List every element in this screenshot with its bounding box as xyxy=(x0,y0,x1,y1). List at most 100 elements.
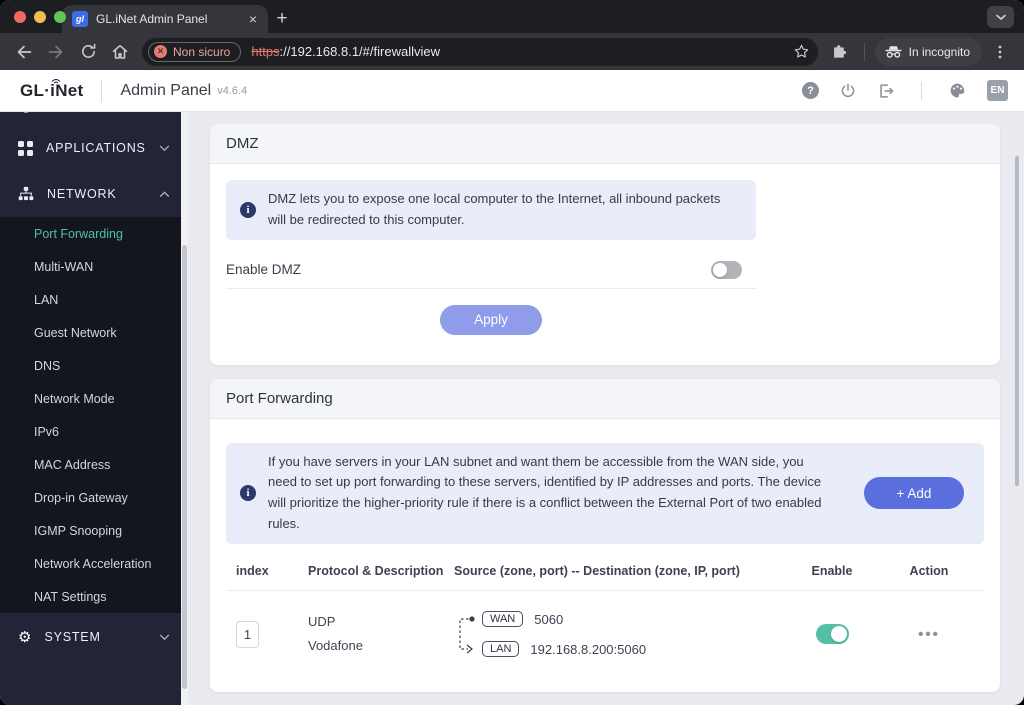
clipped-icon-fragment xyxy=(20,112,32,116)
column-header-source-destination: Source (zone, port) -- Destination (zone… xyxy=(454,564,790,590)
submenu-item-nat-settings[interactable]: NAT Settings xyxy=(0,580,188,613)
tab-close-icon[interactable]: × xyxy=(246,12,260,26)
wifi-arcs-icon xyxy=(51,77,61,84)
port-forwarding-table: index Protocol & Description Source (zon… xyxy=(226,564,984,674)
submenu-item-multi-wan[interactable]: Multi-WAN xyxy=(0,250,188,283)
reboot-button[interactable] xyxy=(839,82,857,100)
address-bar[interactable]: ✕ Non sicuro https://192.168.8.1/#/firew… xyxy=(142,38,818,66)
column-header-action: Action xyxy=(874,564,984,590)
palette-icon xyxy=(948,81,967,100)
back-button[interactable] xyxy=(10,38,38,66)
reload-button[interactable] xyxy=(74,38,102,66)
kebab-menu-icon xyxy=(992,44,1008,60)
port-forwarding-info-text: If you have servers in your LAN subnet a… xyxy=(268,452,836,535)
sidebar-item-system[interactable]: ⚙ SYSTEM xyxy=(0,613,188,661)
sidebar: APPLICATIONS NETWORK Port Forwar xyxy=(0,112,188,705)
submenu-item-guest-network[interactable]: Guest Network xyxy=(0,316,188,349)
page-title: Admin Panel xyxy=(120,82,211,100)
tab-strip: gl GL.iNet Admin Panel × + xyxy=(0,0,1024,33)
url-text[interactable]: https://192.168.8.1/#/firewallview xyxy=(251,44,440,59)
browser-tab[interactable]: gl GL.iNet Admin Panel × xyxy=(62,5,268,33)
submenu-item-network-acceleration[interactable]: Network Acceleration xyxy=(0,547,188,580)
column-header-enable: Enable xyxy=(790,564,874,590)
sidebar-item-label: APPLICATIONS xyxy=(46,141,146,155)
destination-zone-badge: LAN xyxy=(482,641,519,657)
submenu-item-mac-address[interactable]: MAC Address xyxy=(0,448,188,481)
theme-button[interactable] xyxy=(948,81,967,100)
dmz-info-box: i DMZ lets you to expose one local compu… xyxy=(226,180,756,240)
header-actions-divider xyxy=(921,82,922,100)
column-header-protocol: Protocol & Description xyxy=(308,564,454,590)
zoom-window-button[interactable] xyxy=(54,11,66,23)
port-forwarding-card-body: i If you have servers in your LAN subnet… xyxy=(210,419,1000,692)
apply-button[interactable]: Apply xyxy=(440,305,542,335)
tab-title: GL.iNet Admin Panel xyxy=(96,12,238,26)
chevron-down-icon xyxy=(159,634,170,641)
sidebar-item-applications[interactable]: APPLICATIONS xyxy=(0,125,188,171)
network-tree-icon xyxy=(18,186,34,202)
rule-flow: WAN 5060 LAN 192.168.8.200:5060 xyxy=(454,609,790,660)
incognito-label: In incognito xyxy=(909,45,970,59)
table-header-row: index Protocol & Description Source (zon… xyxy=(226,564,984,591)
browser-window: gl GL.iNet Admin Panel × + ✕ Non sicuro … xyxy=(0,0,1024,705)
browser-toolbar: ✕ Non sicuro https://192.168.8.1/#/firew… xyxy=(0,33,1024,70)
security-badge[interactable]: ✕ Non sicuro xyxy=(148,42,241,62)
enable-dmz-toggle[interactable] xyxy=(711,261,742,279)
app-header: GL·iNet Admin Panel v4.6.4 ? EN xyxy=(0,70,1024,112)
port-forwarding-info-box: i If you have servers in your LAN subnet… xyxy=(226,443,984,544)
submenu-item-dns[interactable]: DNS xyxy=(0,349,188,382)
close-window-button[interactable] xyxy=(14,11,26,23)
incognito-indicator: In incognito xyxy=(875,38,982,66)
window-controls xyxy=(0,0,80,33)
browser-menu-button[interactable] xyxy=(986,38,1014,66)
add-rule-button[interactable]: + Add xyxy=(864,477,964,509)
not-secure-icon: ✕ xyxy=(154,45,167,58)
new-tab-button[interactable]: + xyxy=(268,5,296,33)
dmz-card: DMZ i DMZ lets you to expose one local c… xyxy=(210,124,1000,365)
minimize-window-button[interactable] xyxy=(34,11,46,23)
toggle-knob xyxy=(831,626,847,642)
dmz-card-title: DMZ xyxy=(210,124,1000,164)
tab-search-button[interactable] xyxy=(987,6,1014,28)
submenu-item-igmp-snooping[interactable]: IGMP Snooping xyxy=(0,514,188,547)
home-button[interactable] xyxy=(106,38,134,66)
rule-description: Vodafone xyxy=(308,634,454,658)
submenu-item-drop-in-gateway[interactable]: Drop-in Gateway xyxy=(0,481,188,514)
network-submenu: Port Forwarding Multi-WAN LAN Guest Netw… xyxy=(0,217,188,613)
table-row: 1 UDP Vodafone xyxy=(226,591,984,674)
back-arrow-icon xyxy=(14,42,34,62)
enable-dmz-label: Enable DMZ xyxy=(226,262,301,277)
submenu-item-network-mode[interactable]: Network Mode xyxy=(0,382,188,415)
dmz-card-body: i DMZ lets you to expose one local compu… xyxy=(210,164,1000,365)
applications-grid-icon xyxy=(18,141,33,156)
info-icon: i xyxy=(240,202,256,218)
destination-address: 192.168.8.200:5060 xyxy=(530,642,646,657)
extensions-button[interactable] xyxy=(826,38,854,66)
glinet-logo: GL·iNet xyxy=(20,81,83,101)
submenu-item-lan[interactable]: LAN xyxy=(0,283,188,316)
sidebar-item-network[interactable]: NETWORK xyxy=(0,171,188,217)
submenu-item-port-forwarding[interactable]: Port Forwarding xyxy=(0,217,188,250)
star-icon xyxy=(793,43,810,60)
rule-enable-toggle[interactable] xyxy=(816,624,849,644)
rule-actions-button[interactable]: ••• xyxy=(874,626,984,643)
url-rest: ://192.168.8.1/#/firewallview xyxy=(280,44,440,59)
dmz-info-text: DMZ lets you to expose one local compute… xyxy=(268,189,742,231)
bookmark-button[interactable] xyxy=(793,43,810,60)
submenu-item-ipv6[interactable]: IPv6 xyxy=(0,415,188,448)
incognito-icon xyxy=(885,45,902,58)
logout-icon xyxy=(877,82,895,100)
sidebar-sections: APPLICATIONS NETWORK xyxy=(0,112,188,217)
column-header-index: index xyxy=(226,564,308,590)
rule-index: 1 xyxy=(236,621,259,648)
logout-button[interactable] xyxy=(877,82,895,100)
forward-button[interactable] xyxy=(42,38,70,66)
chevron-up-icon xyxy=(159,191,170,198)
sidebar-item-label: NETWORK xyxy=(47,187,146,201)
url-scheme: https xyxy=(251,44,279,59)
page-scrollbar-thumb[interactable] xyxy=(1015,156,1019,486)
language-selector[interactable]: EN xyxy=(987,80,1008,101)
help-icon[interactable]: ? xyxy=(802,82,819,99)
sidebar-scrollbar-thumb[interactable] xyxy=(182,245,187,689)
sidebar-item-label: SYSTEM xyxy=(44,630,146,644)
